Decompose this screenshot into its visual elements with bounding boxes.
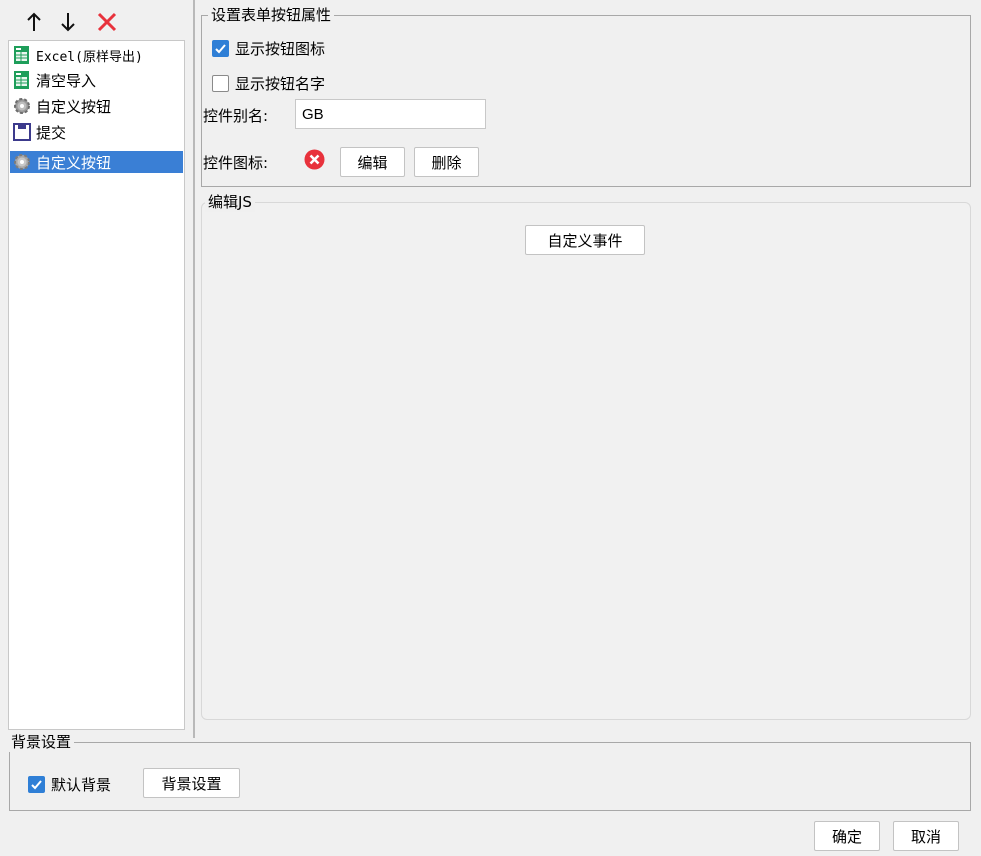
list-item-label: 自定义按钮: [36, 97, 112, 116]
move-down-button[interactable]: [56, 10, 80, 34]
list-item[interactable]: 提交: [10, 121, 183, 143]
delete-icon-button[interactable]: 删除: [414, 147, 479, 177]
default-background-label: 默认背景: [51, 776, 112, 794]
checkmark-icon: [31, 780, 42, 790]
delete-item-button[interactable]: [95, 10, 119, 34]
group-title: 设置表单按钮属性: [208, 5, 335, 25]
show-name-option[interactable]: 显示按钮名字: [212, 73, 325, 94]
excel-icon: [12, 45, 32, 65]
arrow-up-icon: [27, 12, 41, 31]
list-item[interactable]: Excel(原样导出): [10, 44, 183, 66]
custom-event-button[interactable]: 自定义事件: [525, 225, 645, 255]
background-settings-button[interactable]: 背景设置: [143, 768, 240, 798]
button-properties-group: 设置表单按钮属性 显示按钮图标 显示按钮名字 控件别名: 控件图标: 编辑 删除: [201, 5, 971, 187]
alias-input[interactable]: [295, 99, 486, 129]
move-up-button[interactable]: [22, 10, 46, 34]
ok-button[interactable]: 确定: [814, 821, 880, 851]
checkmark-icon: [215, 44, 226, 54]
list-item-label: 提交: [36, 123, 67, 142]
edit-js-panel: 编辑JS 自定义事件: [201, 192, 971, 720]
show-icon-option[interactable]: 显示按钮图标: [212, 38, 325, 59]
edit-js-title: 编辑JS: [205, 192, 255, 212]
gear-icon: [12, 96, 32, 116]
background-settings-group: 背景设置 默认背景 背景设置: [8, 732, 971, 811]
show-name-label: 显示按钮名字: [235, 75, 326, 93]
show-icon-checkbox[interactable]: [212, 40, 229, 57]
default-background-checkbox[interactable]: [28, 776, 45, 793]
list-item[interactable]: 自定义按钮: [10, 95, 183, 117]
list-item[interactable]: 清空导入: [10, 69, 183, 91]
remove-icon-button[interactable]: [304, 149, 325, 170]
list-item-label: Excel(原样导出): [36, 49, 143, 65]
show-icon-label: 显示按钮图标: [235, 40, 326, 58]
save-disk-icon: [12, 122, 32, 142]
splitter[interactable]: [193, 0, 195, 738]
red-x-delete-icon: [97, 12, 117, 32]
list-item-label: 自定义按钮: [36, 153, 112, 172]
default-background-option[interactable]: 默认背景: [28, 774, 111, 795]
arrow-down-icon: [61, 13, 75, 32]
button-list: Excel(原样导出) 清空导入 自定义按钮 提交 自定义按钮: [8, 40, 185, 730]
red-circle-x-icon: [304, 149, 325, 170]
list-item-selected[interactable]: 自定义按钮: [10, 151, 183, 173]
cancel-button[interactable]: 取消: [893, 821, 959, 851]
icon-label: 控件图标:: [203, 154, 269, 172]
excel-icon: [12, 70, 32, 90]
alias-label: 控件别名:: [203, 107, 269, 125]
show-name-checkbox[interactable]: [212, 75, 229, 92]
background-group-title: 背景设置: [8, 732, 75, 752]
list-item-label: 清空导入: [36, 71, 97, 90]
gear-icon: [12, 152, 32, 172]
edit-icon-button[interactable]: 编辑: [340, 147, 405, 177]
